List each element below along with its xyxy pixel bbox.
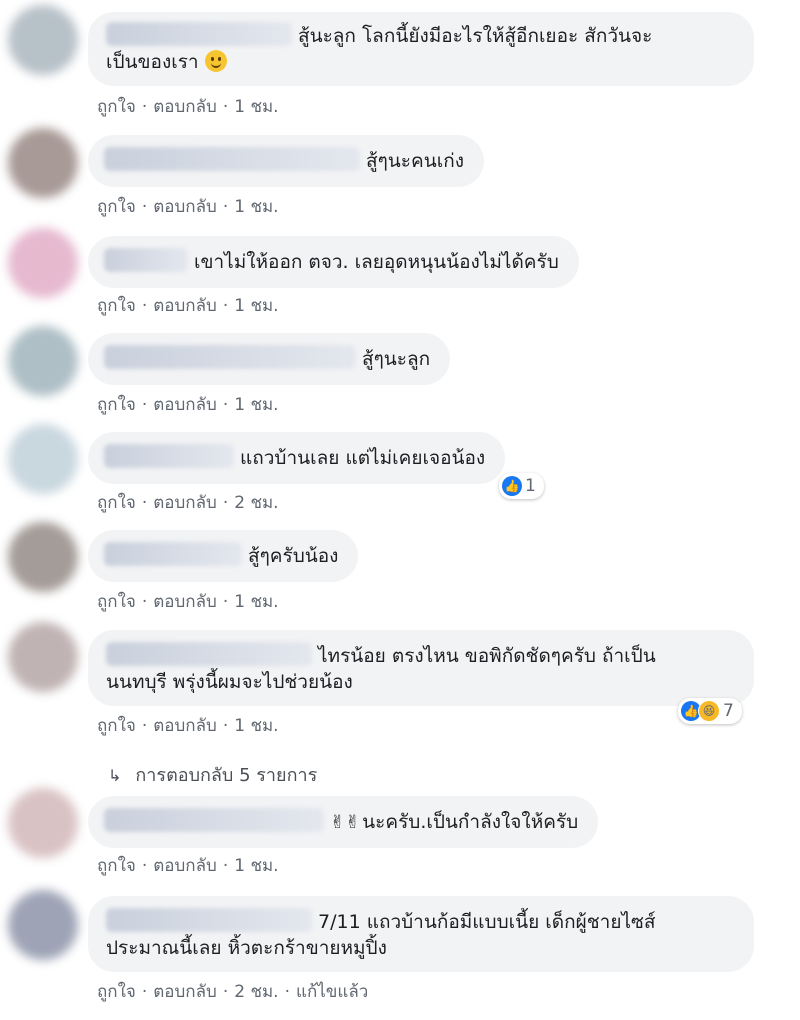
comment-actions: ถูกใจ · ตอบกลับ · 1 ชม. [97, 716, 279, 736]
comment-text: สู้นะลูก โลกนี้ยังมีอะไรให้สู้อีกเยอะ สั… [298, 25, 653, 47]
smile-emoji-icon [204, 50, 227, 72]
comment-bubble: ไทรน้อย ตรงไหน ขอพิกัดชัดๆครับ ถ้าเป็น น… [88, 630, 754, 706]
avatar[interactable] [8, 890, 78, 960]
reaction-count: 1 [525, 476, 536, 496]
author-name-blurred[interactable] [106, 22, 292, 46]
comment-bubble: เขาไม่ให้ออก ตจว. เลยอุดหนุนน้องไม่ได้คร… [88, 236, 579, 288]
timestamp[interactable]: 2 ชม. [234, 493, 278, 513]
reply-link[interactable]: ตอบกลับ [153, 856, 217, 876]
reply-link[interactable]: ตอบกลับ [153, 592, 217, 612]
avatar[interactable] [8, 522, 78, 592]
like-link[interactable]: ถูกใจ [97, 716, 136, 736]
timestamp[interactable]: 1 ชม. [234, 296, 278, 316]
reaction-summary[interactable]: 👍 1 [499, 473, 544, 499]
comment-text: 7/11 แถวบ้านก้อมีแบบเนี้ย เด็กผู้ชายไซส์ [318, 911, 656, 933]
avatar[interactable] [8, 228, 78, 298]
edited-label[interactable]: แก้ไขแล้ว [296, 982, 368, 1002]
comment-actions: ถูกใจ · ตอบกลับ · 1 ชม. [97, 592, 279, 612]
author-name-blurred[interactable] [104, 147, 360, 171]
timestamp[interactable]: 1 ชม. [234, 716, 278, 736]
like-link[interactable]: ถูกใจ [97, 197, 136, 217]
reply-link[interactable]: ตอบกลับ [153, 982, 217, 1002]
reply-link[interactable]: ตอบกลับ [153, 97, 217, 117]
comment-bubble: ✌✌ นะครับ.เป็นกำลังใจให้ครับ [88, 796, 599, 848]
comment-actions: ถูกใจ · ตอบกลับ · 2 ชม. · แก้ไขแล้ว [97, 982, 369, 1002]
timestamp[interactable]: 1 ชม. [234, 97, 278, 117]
reply-link[interactable]: ตอบกลับ [153, 716, 217, 736]
comment-text: สู้ๆนะลูก [362, 348, 431, 370]
author-name-blurred[interactable] [104, 542, 242, 566]
comment-text-line2: เป็นของเรา [106, 51, 199, 73]
reply-link[interactable]: ตอบกลับ [153, 296, 217, 316]
comment-actions: ถูกใจ · ตอบกลับ · 1 ชม. [97, 856, 279, 876]
comment-actions: ถูกใจ · ตอบกลับ · 1 ชม. [97, 395, 279, 415]
comment-text: สู้ๆนะคนเก่ง [366, 150, 464, 172]
like-link[interactable]: ถูกใจ [97, 296, 136, 316]
like-link[interactable]: ถูกใจ [97, 592, 136, 612]
timestamp[interactable]: 1 ชม. [234, 197, 278, 217]
timestamp[interactable]: 2 ชม. [234, 982, 278, 1002]
comment-actions: ถูกใจ · ตอบกลับ · 2 ชม. [97, 493, 279, 513]
reply-link[interactable]: ตอบกลับ [153, 197, 217, 217]
comment-bubble: สู้นะลูก โลกนี้ยังมีอะไรให้สู้อีกเยอะ สั… [88, 12, 754, 86]
timestamp[interactable]: 1 ชม. [234, 856, 278, 876]
comment-text: นะครับ.เป็นกำลังใจให้ครับ [362, 811, 579, 833]
avatar[interactable] [8, 622, 78, 692]
comment-bubble: 7/11 แถวบ้านก้อมีแบบเนี้ย เด็กผู้ชายไซส์… [88, 896, 754, 972]
author-name-blurred[interactable] [106, 642, 312, 666]
comment-text: แถวบ้านเลย แต่ไม่เคยเจอน้อง [240, 447, 486, 469]
author-name-blurred[interactable] [104, 345, 356, 369]
comment-bubble: สู้ๆนะลูก [88, 333, 451, 385]
comment-bubble: แถวบ้านเลย แต่ไม่เคยเจอน้อง [88, 432, 506, 484]
comment-text: สู้ๆครับน้อง [248, 545, 339, 567]
avatar[interactable] [8, 128, 78, 198]
reply-link[interactable]: ตอบกลับ [153, 395, 217, 415]
reply-arrow-icon: ↳ [108, 766, 122, 785]
like-link[interactable]: ถูกใจ [97, 395, 136, 415]
timestamp[interactable]: 1 ชม. [234, 592, 278, 612]
avatar[interactable] [8, 326, 78, 396]
view-replies-label: การตอบกลับ 5 รายการ [135, 765, 318, 786]
comment-actions: ถูกใจ · ตอบกลับ · 1 ชม. [97, 296, 279, 316]
comment-actions: ถูกใจ · ตอบกลับ · 1 ชม. [97, 97, 279, 117]
reaction-summary[interactable]: 👍 😆 7 [678, 698, 742, 724]
comment-bubble: สู้ๆนะคนเก่ง [88, 135, 484, 187]
reply-link[interactable]: ตอบกลับ [153, 493, 217, 513]
author-name-blurred[interactable] [104, 808, 324, 832]
haha-reaction-icon: 😆 [698, 700, 720, 722]
like-link[interactable]: ถูกใจ [97, 856, 136, 876]
comment-text-line2: ประมาณนี้เลย หิ้วตะกร้าขายหมูปิ้ง [106, 937, 387, 959]
comment-bubble: สู้ๆครับน้อง [88, 530, 359, 582]
like-reaction-icon: 👍 [502, 476, 522, 496]
peace-emoji-icon: ✌✌ [330, 812, 361, 833]
author-name-blurred[interactable] [106, 908, 312, 932]
view-replies-link[interactable]: ↳ การตอบกลับ 5 รายการ [108, 760, 317, 789]
author-name-blurred[interactable] [104, 444, 234, 468]
timestamp[interactable]: 1 ชม. [234, 395, 278, 415]
like-link[interactable]: ถูกใจ [97, 97, 136, 117]
avatar[interactable] [8, 5, 78, 75]
comment-actions: ถูกใจ · ตอบกลับ · 1 ชม. [97, 197, 279, 217]
reaction-count: 7 [723, 701, 734, 721]
like-link[interactable]: ถูกใจ [97, 493, 136, 513]
avatar[interactable] [8, 788, 78, 858]
avatar[interactable] [8, 424, 78, 494]
comment-text-line2: นนทบุรี พรุ่งนี้ผมจะไปช่วยน้อง [106, 671, 353, 693]
comment-text: เขาไม่ให้ออก ตจว. เลยอุดหนุนน้องไม่ได้คร… [194, 251, 559, 273]
like-link[interactable]: ถูกใจ [97, 982, 136, 1002]
comment-text: ไทรน้อย ตรงไหน ขอพิกัดชัดๆครับ ถ้าเป็น [318, 645, 656, 667]
author-name-blurred[interactable] [104, 248, 188, 272]
